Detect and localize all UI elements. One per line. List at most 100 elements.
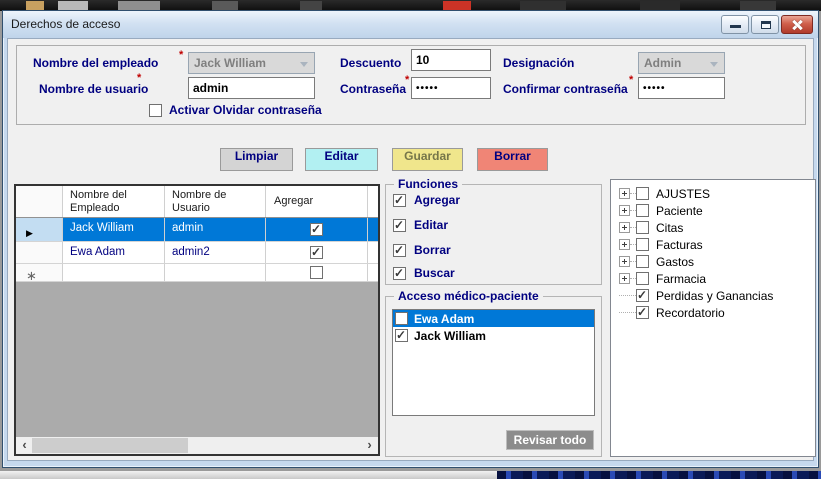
expand-icon[interactable]	[619, 222, 630, 233]
tree-item-gastos[interactable]: Gastos	[611, 253, 815, 270]
expand-icon[interactable]	[619, 273, 630, 284]
h-scrollbar-thumb[interactable]	[32, 438, 188, 453]
tree-label: Farmacia	[653, 272, 706, 286]
buscar-checkbox[interactable]	[393, 267, 406, 280]
delete-button[interactable]: Borrar	[477, 148, 548, 171]
employee-combobox: Jack William	[188, 52, 315, 74]
derechos-de-acceso-dialog: Derechos de acceso Nombre del empleado *…	[2, 10, 819, 468]
background-icon	[26, 1, 44, 10]
current-row-icon[interactable]: ▶	[16, 218, 63, 241]
window-title: Derechos de acceso	[11, 17, 120, 31]
background-icon	[443, 1, 471, 10]
farmacia-checkbox[interactable]	[636, 272, 649, 285]
tree-label: Gastos	[653, 255, 694, 269]
discount-input[interactable]	[411, 49, 491, 71]
password-label: Contraseña	[340, 82, 406, 96]
check-all-button[interactable]: Revisar todo	[506, 430, 594, 450]
grid-column-employee[interactable]: Nombre del Empleado	[63, 186, 165, 217]
expand-icon[interactable]	[619, 239, 630, 250]
clear-button[interactable]: Limpiar	[220, 148, 293, 171]
expand-icon[interactable]	[619, 256, 630, 267]
edit-button[interactable]: Editar	[305, 148, 378, 171]
chevron-down-icon	[710, 62, 718, 67]
facturas-checkbox[interactable]	[636, 238, 649, 251]
ewa-adam-label: Ewa Adam	[414, 312, 474, 326]
perdidas-checkbox[interactable]	[636, 289, 649, 302]
funcion-agregar: Agregar	[393, 193, 460, 207]
employee-required-marker: *	[179, 49, 183, 61]
agregar-label: Agregar	[414, 193, 460, 207]
expand-icon[interactable]	[619, 188, 630, 199]
employees-grid: Nombre del Empleado Nombre de Usuario Ag…	[14, 184, 380, 456]
tree-item-farmacia[interactable]: Farmacia	[611, 270, 815, 287]
grid-cell-username[interactable]: admin2	[165, 242, 266, 263]
background-icon	[212, 1, 238, 10]
maximize-icon	[761, 21, 771, 29]
citas-checkbox[interactable]	[636, 221, 649, 234]
tree-item-perdidas-y-ganancias[interactable]: Perdidas y Ganancias	[611, 287, 815, 304]
tree-item-facturas[interactable]: Facturas	[611, 236, 815, 253]
funciones-group: Funciones Agregar Editar Borrar Buscar	[385, 184, 602, 285]
tree-item-paciente[interactable]: Paciente	[611, 202, 815, 219]
tree-label: Citas	[653, 221, 683, 235]
designation-combobox: Admin	[638, 52, 725, 74]
minimize-button[interactable]	[721, 15, 749, 34]
close-button[interactable]	[781, 15, 813, 34]
grid-horizontal-scrollbar[interactable]: ‹ ›	[16, 437, 378, 454]
funcion-borrar: Borrar	[393, 243, 451, 257]
grid-column-add[interactable]: Agregar	[266, 186, 368, 217]
new-row-icon[interactable]: ∗	[16, 264, 63, 281]
tree-item-citas[interactable]: Citas	[611, 219, 815, 236]
ajustes-checkbox[interactable]	[636, 187, 649, 200]
grid-cell-employee[interactable]: Ewa Adam	[63, 242, 165, 263]
grid-cell-add	[266, 242, 368, 263]
borrar-checkbox[interactable]	[393, 244, 406, 257]
tree-label: AJUSTES	[653, 187, 710, 201]
forgot-password-checkbox[interactable]	[149, 104, 162, 117]
expand-icon[interactable]	[619, 205, 630, 216]
grid-add-checkbox[interactable]	[310, 223, 323, 236]
grid-column-username[interactable]: Nombre de Usuario	[165, 186, 266, 217]
save-button[interactable]: Guardar	[392, 148, 463, 171]
grid-row-ewa-adam[interactable]: Ewa Adam admin2	[16, 242, 378, 264]
grid-cell-username[interactable]: admin	[165, 218, 266, 241]
grid-add-checkbox[interactable]	[310, 246, 323, 259]
grid-header-row: Nombre del Empleado Nombre de Usuario Ag…	[16, 186, 378, 218]
editar-checkbox[interactable]	[393, 219, 406, 232]
listbox-item-ewa-adam[interactable]: Ewa Adam	[393, 310, 594, 327]
ewa-adam-checkbox[interactable]	[395, 312, 408, 325]
tree-item-ajustes[interactable]: AJUSTES	[611, 185, 815, 202]
paciente-checkbox[interactable]	[636, 204, 649, 217]
scroll-left-icon[interactable]: ‹	[16, 437, 33, 454]
doctor-patient-listbox: Ewa Adam Jack William	[392, 309, 595, 416]
grid-new-row[interactable]: ∗	[16, 264, 378, 282]
grid-row-jack-william[interactable]: ▶ Jack William admin	[16, 218, 378, 242]
tree-label: Paciente	[653, 204, 703, 218]
confirm-password-required-marker: *	[629, 74, 633, 86]
employee-form-panel: Nombre del empleado * Jack William Descu…	[16, 45, 806, 125]
agregar-checkbox[interactable]	[393, 194, 406, 207]
maximize-button[interactable]	[751, 15, 779, 34]
forgot-password-label: Activar Olvidar contraseña	[169, 103, 322, 117]
jack-william-checkbox[interactable]	[395, 329, 408, 342]
gastos-checkbox[interactable]	[636, 255, 649, 268]
funcion-editar: Editar	[393, 218, 448, 232]
background-icon	[640, 1, 680, 10]
buscar-label: Buscar	[414, 266, 455, 280]
background-icon	[58, 1, 88, 10]
grid-add-checkbox[interactable]	[310, 266, 323, 279]
password-required-marker: *	[405, 74, 409, 86]
grid-cell-employee[interactable]: Jack William	[63, 218, 165, 241]
tree-item-recordatorio[interactable]: Recordatorio	[611, 304, 815, 321]
recordatorio-checkbox[interactable]	[636, 306, 649, 319]
designation-combobox-value: Admin	[644, 56, 681, 70]
funciones-title: Funciones	[394, 177, 462, 191]
confirm-password-input[interactable]	[638, 77, 725, 99]
username-input[interactable]	[188, 77, 315, 99]
background-icon	[118, 1, 160, 10]
grid-cell-add	[266, 218, 368, 241]
scroll-right-icon[interactable]: ›	[361, 437, 378, 454]
title-bar[interactable]: Derechos de acceso	[3, 11, 818, 38]
password-input[interactable]	[411, 77, 491, 99]
listbox-item-jack-william[interactable]: Jack William	[393, 327, 594, 344]
